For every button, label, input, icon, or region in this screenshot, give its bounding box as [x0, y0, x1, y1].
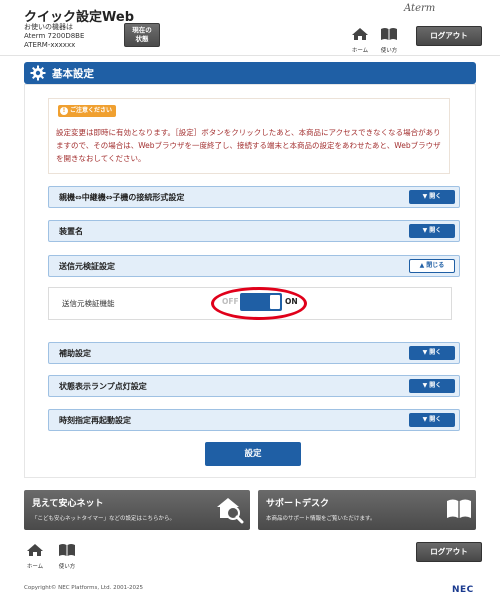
open-button-label: 開く [429, 349, 442, 356]
chevron-up-icon: ▲ [419, 262, 425, 269]
row-label: 状態表示ランプ点灯設定 [59, 382, 147, 391]
current-status-label-2: 状態 [135, 35, 149, 43]
open-button[interactable]: ▼ 開く [409, 190, 455, 204]
chevron-down-icon: ▼ [422, 349, 428, 356]
safe-net-title: 見えて安心ネット [32, 499, 104, 509]
highlight-circle [211, 287, 307, 320]
row-label: 時刻指定再起動設定 [59, 416, 131, 425]
chevron-down-icon: ▼ [422, 193, 428, 200]
open-button-label: 開く [429, 227, 442, 234]
caution-badge: ! ご注意ください [58, 105, 116, 117]
open-button-label: 開く [429, 416, 442, 423]
copyright: Copyright© NEC Platforms, Ltd. 2001-2025 [24, 585, 144, 591]
row-device-name: 装置名 ▼ 開く [48, 220, 460, 242]
current-status-button[interactable]: 現在の 状態 [124, 23, 160, 47]
submit-button[interactable]: 設定 [205, 442, 301, 466]
open-button[interactable]: ▼ 開く [409, 379, 455, 393]
home-icon [27, 544, 43, 556]
open-button[interactable]: ▼ 開く [409, 346, 455, 360]
open-button-label: 開く [429, 193, 442, 200]
chevron-down-icon: ▼ [422, 416, 428, 423]
device-model: Aterm 7200D8BE [24, 32, 85, 40]
section-title-bar: 基本設定 [24, 62, 476, 84]
footer-help-label: 使い方 [58, 564, 76, 570]
support-desk-title: サポートデスク [266, 499, 330, 509]
device-info: お使いの機器は Aterm 7200D8BE ATERM-xxxxxx [24, 23, 84, 50]
row-connection-type: 親機⇔中継機⇔子機の接続形式設定 ▼ 開く [48, 186, 460, 208]
row-label: 補助設定 [59, 349, 91, 358]
home-icon [352, 28, 368, 40]
book-icon [59, 544, 75, 556]
gear-icon [30, 65, 46, 81]
footer-help-nav[interactable]: 使い方 [56, 542, 78, 570]
footer-home-label: ホーム [26, 564, 44, 570]
open-button-label: 開く [429, 382, 442, 389]
row-label: 親機⇔中継機⇔子機の接続形式設定 [59, 193, 185, 202]
support-desk-subtitle: 本商品のサポート情報をご覧いただけます。 [266, 516, 376, 522]
device-info-line: お使いの機器は [24, 23, 73, 31]
current-status-label-1: 現在の [132, 26, 152, 34]
open-button[interactable]: ▼ 開く [409, 413, 455, 427]
chevron-down-icon: ▼ [422, 227, 428, 234]
house-search-icon [217, 498, 244, 524]
row-label: 装置名 [59, 227, 83, 236]
caution-badge-label: ご注意ください [70, 107, 113, 114]
row-lamp: 状態表示ランプ点灯設定 ▼ 開く [48, 375, 460, 397]
sender-check-label: 送信元検証機能 [62, 299, 115, 308]
open-button[interactable]: ▼ 開く [409, 224, 455, 238]
row-sender-check: 送信元検証設定 ▲ 閉じる [48, 255, 460, 277]
caution-text: 設定変更は即時に有効となります。［設定］ボタンをクリックしたあと、本商品にアクセ… [56, 128, 441, 163]
close-button-label: 閉じる [426, 262, 445, 269]
help-label: 使い方 [380, 48, 398, 54]
footer-home-nav[interactable]: ホーム [24, 542, 46, 570]
book-icon [381, 28, 397, 40]
aterm-logo: Aterm [404, 3, 436, 14]
row-auxiliary: 補助設定 ▼ 開く [48, 342, 460, 364]
close-button[interactable]: ▲ 閉じる [409, 259, 455, 273]
exclamation-icon: ! [60, 107, 68, 115]
home-nav[interactable]: ホーム [349, 26, 371, 54]
chevron-down-icon: ▼ [422, 382, 428, 389]
safe-net-subtitle: 「こども安心ネットタイマー」などの設定はこちらから。 [32, 516, 176, 522]
device-id: ATERM-xxxxxx [24, 41, 76, 49]
footer-logout-button[interactable]: ログアウト [416, 542, 482, 562]
open-book-icon [447, 499, 471, 518]
logout-button[interactable]: ログアウト [416, 26, 482, 46]
nec-logo: NEC [452, 585, 474, 595]
row-label: 送信元検証設定 [59, 262, 115, 271]
page-title: 基本設定 [52, 68, 94, 80]
help-nav[interactable]: 使い方 [378, 26, 400, 54]
support-desk-card[interactable]: サポートデスク 本商品のサポート情報をご覧いただけます。 [258, 490, 476, 530]
row-reboot: 時刻指定再起動設定 ▼ 開く [48, 409, 460, 431]
home-label: ホーム [351, 48, 369, 54]
safe-net-card[interactable]: 見えて安心ネット 「こども安心ネットタイマー」などの設定はこちらから。 [24, 490, 250, 530]
